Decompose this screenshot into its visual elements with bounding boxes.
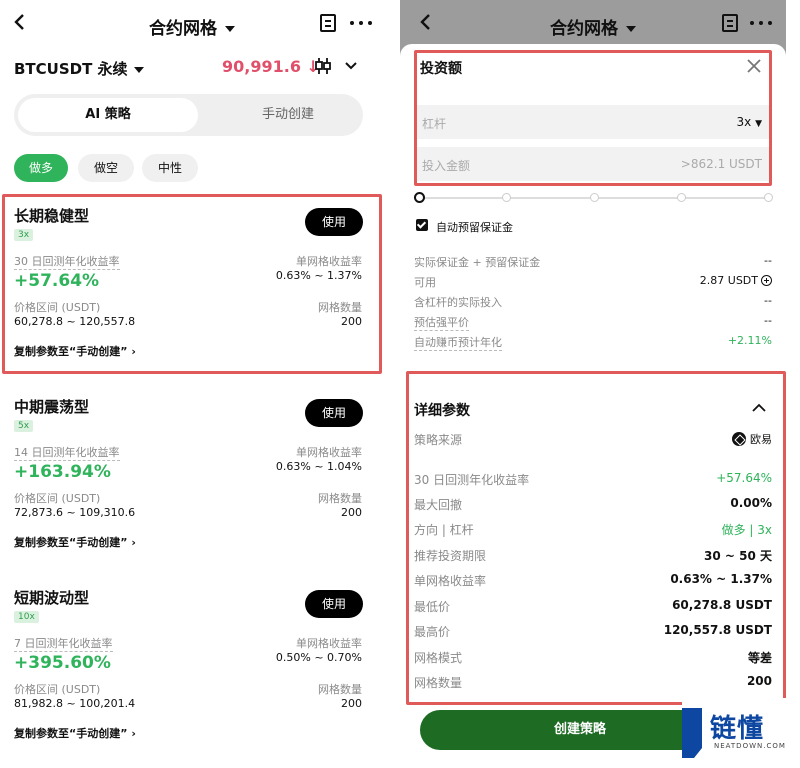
leverage-badge: 5x <box>14 420 34 432</box>
strategy-card[interactable]: 短期波动型 10x 使用 7 日回测年化收益率 单网格收益率 +395.60% … <box>0 577 380 753</box>
strategy-name: 短期波动型 <box>14 589 90 607</box>
grid-rate-label: 单网格收益率 <box>296 637 362 650</box>
caret-down-icon <box>225 26 235 32</box>
top-bar: 合约网格 <box>0 0 384 46</box>
candlestick-icon[interactable] <box>314 57 332 75</box>
slider-step[interactable] <box>764 193 773 202</box>
last-price: 90,991.6 ↓ <box>222 57 320 76</box>
apy-label: 7 日回测年化收益率 <box>14 637 113 652</box>
caret-down-icon <box>626 26 636 32</box>
auto-margin-label: 自动预留保证金 <box>436 221 513 234</box>
slider-handle[interactable] <box>414 192 425 203</box>
grid-count-label: 网格数量 <box>318 683 362 696</box>
document-icon[interactable] <box>722 14 738 32</box>
apy-value: +163.94% <box>14 462 111 482</box>
create-strategy-sheet-screen: 合约网格 投资额 杠杆 3x ▼ 投入金额 >862.1 USDT 自动预留保证… <box>400 0 786 768</box>
mode-tabs: AI 策略 手动创建 <box>14 94 363 136</box>
grid-count-value: 200 <box>341 697 362 710</box>
logo-mark <box>682 708 702 758</box>
info-row: 自动赚币预计年化 +2.11% <box>414 334 772 351</box>
document-icon[interactable] <box>320 14 336 32</box>
chevron-down-icon[interactable] <box>345 62 357 70</box>
price-range-value: 81,982.8 ~ 100,201.4 <box>14 697 136 710</box>
grid-rate-value: 0.63% ~ 1.04% <box>275 460 362 473</box>
auto-margin-checkbox[interactable] <box>416 219 428 231</box>
apy-value: +395.60% <box>14 653 111 673</box>
add-funds-icon[interactable] <box>761 275 772 286</box>
grid-rate-value: 0.50% ~ 0.70% <box>275 651 362 664</box>
more-icon[interactable] <box>750 14 772 32</box>
chevron-right-icon: › <box>131 536 136 549</box>
more-icon[interactable] <box>350 14 372 32</box>
copy-params-link[interactable]: 复制参数至“手动创建” › <box>14 534 136 550</box>
strategy-list-screen: 合约网格 BTCUSDT 永续 90,991.6 ↓ AI 策略 手动创建 做多… <box>0 0 384 768</box>
filter-long[interactable]: 做多 <box>14 154 68 182</box>
grid-count-label: 网格数量 <box>318 492 362 505</box>
leverage-badge: 10x <box>14 611 39 623</box>
grid-count-value: 200 <box>341 506 362 519</box>
slider-step[interactable] <box>677 193 686 202</box>
strategy-card[interactable]: 中期震荡型 5x 使用 14 日回测年化收益率 单网格收益率 +163.94% … <box>0 386 380 562</box>
price-range-label: 价格区间 (USDT) <box>14 683 101 696</box>
use-button[interactable]: 使用 <box>305 590 363 618</box>
slider-step[interactable] <box>590 193 599 202</box>
highlight-box <box>414 50 772 186</box>
watermark-logo: 链懂 NEATDOWN.COM <box>682 698 786 768</box>
caret-down-icon <box>133 66 144 73</box>
price-range-value: 72,873.6 ~ 109,310.6 <box>14 506 136 519</box>
grid-rate-label: 单网格收益率 <box>296 446 362 459</box>
info-row: 含杠杆的实际投入 -- <box>414 294 772 309</box>
info-row: 可用 2.87 USDT <box>414 272 772 290</box>
filter-neutral[interactable]: 中性 <box>142 154 198 182</box>
tab-manual-create[interactable]: 手动创建 <box>198 98 378 132</box>
apy-label: 14 日回测年化收益率 <box>14 446 120 461</box>
watermark-sub: NEATDOWN.COM <box>714 742 786 750</box>
info-row: 预估强平价 -- <box>414 314 772 331</box>
pair-selector[interactable]: BTCUSDT 永续 <box>14 58 144 79</box>
info-row: 实际保证金 + 预留保证金 -- <box>414 254 772 269</box>
watermark-text: 链懂 <box>710 714 765 744</box>
copy-params-link[interactable]: 复制参数至“手动创建” › <box>14 725 136 741</box>
highlight-box <box>2 194 382 374</box>
tab-ai-strategy[interactable]: AI 策略 <box>18 98 198 132</box>
highlight-box <box>406 371 786 705</box>
filter-short[interactable]: 做空 <box>78 154 134 182</box>
strategy-name: 中期震荡型 <box>14 398 90 416</box>
chevron-right-icon: › <box>131 727 136 740</box>
top-bar: 合约网格 <box>400 0 786 46</box>
use-button[interactable]: 使用 <box>305 399 363 427</box>
price-range-label: 价格区间 (USDT) <box>14 492 101 505</box>
slider-step[interactable] <box>502 193 511 202</box>
